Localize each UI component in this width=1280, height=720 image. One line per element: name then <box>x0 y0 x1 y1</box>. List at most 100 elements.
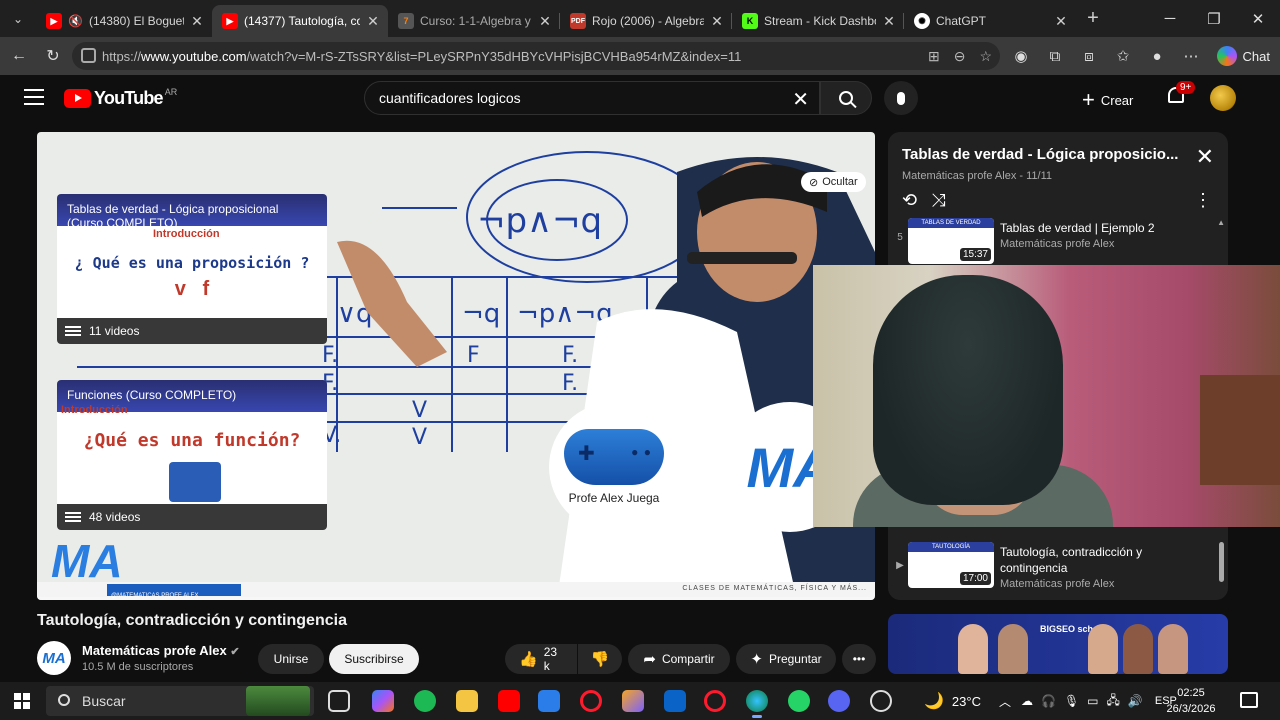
favorite-star-icon[interactable]: ☆ <box>979 48 992 65</box>
more-menu-icon[interactable]: ⋯ <box>1174 47 1208 65</box>
address-bar[interactable]: https://www.youtube.com/watch?v=M-rS-ZTs… <box>72 42 1000 70</box>
onedrive-icon[interactable]: ☁ <box>1021 694 1033 708</box>
weather-temp[interactable]: 23°C <box>952 694 981 709</box>
youtube-logo[interactable]: YouTube AR <box>64 87 177 109</box>
close-tab-icon[interactable]: ✕ <box>364 13 382 30</box>
app-available-icon[interactable]: ⊞ <box>928 48 940 65</box>
playlist-item[interactable]: 5 TABLAS DE VERDAD 15:37 Tablas de verda… <box>888 214 1218 270</box>
windows-start-icon[interactable] <box>14 693 30 709</box>
social-handle-strip: @MATEMATICAS PROFE ALEX <box>107 584 241 599</box>
close-tab-icon[interactable]: ✕ <box>188 13 206 30</box>
network-icon[interactable]: 🖧 <box>1107 691 1120 712</box>
tray-overflow-icon[interactable]: ︿ <box>999 693 1011 710</box>
ask-button[interactable]: ✦ Preguntar <box>736 644 836 674</box>
copilot-icon <box>1216 46 1237 66</box>
end-screen-playlist-card[interactable]: Funciones (Curso COMPLETO) Introducción … <box>57 380 327 530</box>
close-tab-icon[interactable]: ✕ <box>536 13 554 30</box>
taskbar-clock[interactable]: 02:25 26/3/2026 <box>1166 685 1216 717</box>
tab-rojo-algebra[interactable]: PDF Rojo (2006) - Algebra I - ✕ <box>560 5 732 37</box>
restore-icon[interactable]: ❐ <box>1192 0 1236 37</box>
notifications-button[interactable]: 9+ <box>1166 81 1196 107</box>
search-button[interactable] <box>820 81 872 115</box>
subscribe-button[interactable]: Suscribirse <box>329 644 419 674</box>
channel-name[interactable]: Matemáticas profe Alex ✔ <box>82 643 240 658</box>
more-actions-button[interactable]: ••• <box>842 644 876 674</box>
vpn-shield-icon[interactable]: ◉ <box>1004 47 1038 65</box>
like-button[interactable]: 👍 23 k <box>505 644 577 674</box>
account-avatar[interactable] <box>1210 85 1236 111</box>
create-label: Crear <box>1100 92 1134 108</box>
task-view-icon[interactable] <box>328 690 350 712</box>
scroll-thumb[interactable] <box>1219 542 1224 582</box>
outlook-icon[interactable] <box>664 690 686 712</box>
close-playlist-icon[interactable]: ✕ <box>1196 144 1214 170</box>
favorites-icon[interactable]: ✩ <box>1106 47 1140 65</box>
close-tab-icon[interactable]: ✕ <box>708 13 726 30</box>
obs-icon[interactable] <box>870 690 892 712</box>
tab-title: (14380) El Bogueto <box>88 14 184 28</box>
shuffle-icon[interactable]: ⤨ <box>931 190 945 211</box>
profile-icon[interactable]: ● <box>1140 48 1174 65</box>
close-window-icon[interactable]: ✕ <box>1236 0 1280 37</box>
dislike-button[interactable]: 👎 <box>578 644 622 674</box>
headset-icon[interactable]: 🎧 <box>1041 694 1056 708</box>
muted-speaker-icon[interactable]: 🔇 <box>68 14 83 28</box>
playlist-item-current[interactable]: ▶ TAUTOLOGÍA CONTRADICCIÓN 17:00 Tautolo… <box>888 538 1218 594</box>
site-info-icon[interactable] <box>81 48 96 63</box>
video-player[interactable]: ¬p∧¬q ∨q ¬q ¬p∧¬q F. F F. F. F. V. V V ⊘… <box>37 132 875 600</box>
spotify-icon[interactable] <box>414 690 436 712</box>
reload-icon[interactable]: ↻ <box>36 37 70 75</box>
voice-search-button[interactable] <box>884 81 918 115</box>
svg-text:¬p∧¬q: ¬p∧¬q <box>477 201 602 241</box>
minimize-icon[interactable]: ─ <box>1148 0 1192 37</box>
end-screen-playlist-card[interactable]: Tablas de verdad - Lógica proposicional … <box>57 194 327 344</box>
playlist-title[interactable]: Tablas de verdad - Lógica proposicio... <box>902 146 1192 163</box>
promo-banner[interactable]: BIGSEO school <box>888 614 1228 674</box>
share-button[interactable]: ➦ Compartir <box>628 644 730 674</box>
edge-icon[interactable] <box>746 690 768 718</box>
opera-icon[interactable] <box>704 690 726 712</box>
file-explorer-icon[interactable] <box>456 690 478 712</box>
m365-icon[interactable] <box>622 690 644 712</box>
whatsapp-icon[interactable] <box>788 690 810 712</box>
opera-gx-icon[interactable] <box>580 690 602 712</box>
tab-kick-dashboard[interactable]: K Stream - Kick Dashboard ✕ <box>732 5 904 37</box>
hide-cards-button[interactable]: ⊘ Ocultar <box>801 172 866 192</box>
ms-store-icon[interactable] <box>538 690 560 712</box>
mic-tray-icon[interactable]: 🎙 <box>1064 694 1079 708</box>
close-tab-icon[interactable]: ✕ <box>1052 13 1070 30</box>
channel-avatar[interactable]: MA <box>37 641 71 675</box>
tab-chatgpt[interactable]: ✺ ChatGPT ✕ <box>904 5 1076 37</box>
zoom-icon[interactable]: ⊖ <box>954 48 966 65</box>
split-screen-icon[interactable]: ⧈ <box>1072 48 1106 65</box>
loop-icon[interactable]: ⟲ <box>902 190 917 211</box>
tab-curso-algebra[interactable]: 7 Curso: 1-1-Algebra y Ló ✕ <box>388 5 560 37</box>
copilot-app-icon[interactable] <box>372 690 394 712</box>
battery-icon[interactable]: ▭ <box>1087 694 1098 708</box>
playlist-more-icon[interactable]: ⋮ <box>1194 190 1212 211</box>
weather-moon-icon[interactable]: 🌙 <box>924 691 944 711</box>
end-screen-channel-game[interactable]: Profe Alex Juega <box>549 402 679 532</box>
item-duration: 15:37 <box>959 248 991 261</box>
close-tab-icon[interactable]: ✕ <box>880 13 898 30</box>
youtube-app-icon[interactable] <box>498 690 520 712</box>
new-tab-button[interactable]: + <box>1076 7 1110 30</box>
hide-label: Ocultar <box>822 176 858 188</box>
tab-tautologia[interactable]: ▶ (14377) Tautología, contra ✕ <box>212 5 388 37</box>
join-button[interactable]: Unirse <box>258 644 324 674</box>
create-button[interactable]: + Crear <box>1082 87 1133 113</box>
discord-icon[interactable] <box>828 690 850 712</box>
progress-bar[interactable] <box>37 597 875 600</box>
volume-icon[interactable]: 🔊 <box>1128 694 1143 708</box>
clear-search-icon[interactable]: ✕ <box>792 87 809 112</box>
taskbar-search[interactable]: Buscar <box>46 686 314 716</box>
back-icon[interactable]: ← <box>2 37 36 75</box>
tab-el-bogueto[interactable]: ▶ 🔇 (14380) El Bogueto ✕ <box>36 5 212 37</box>
tab-actions-menu[interactable]: ⌄ <box>0 0 36 37</box>
scroll-up-icon[interactable]: ▲ <box>1217 218 1225 227</box>
notification-center-icon[interactable] <box>1240 692 1258 708</box>
copilot-chat-button[interactable]: Chat <box>1216 44 1270 68</box>
extensions-icon[interactable]: ⧉ <box>1038 48 1072 65</box>
guide-menu-icon[interactable] <box>24 89 44 105</box>
search-input[interactable]: cuantificadores logicos ✕ <box>364 81 820 115</box>
